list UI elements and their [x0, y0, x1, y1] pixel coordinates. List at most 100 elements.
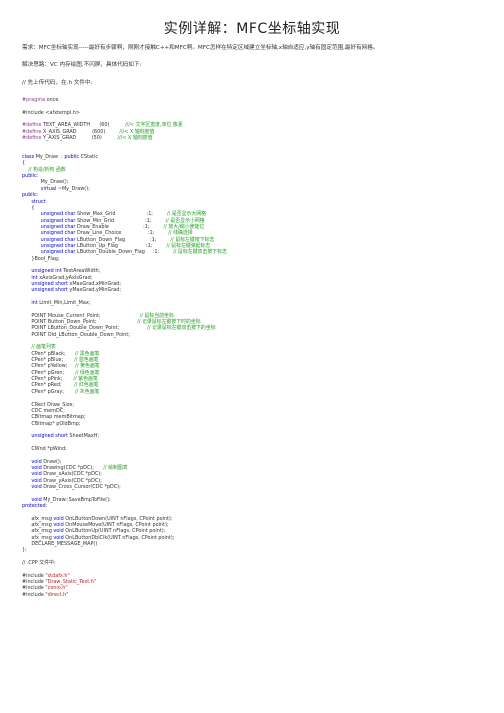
code-token: #include [22, 572, 46, 579]
code-token: CRect Draw_Size; [22, 401, 74, 408]
intro-solution: 解决思路：VC 内存绘图,不闪屏，具体代码如下: [22, 62, 142, 68]
code-block: #pragma once #include <afxtempl.h> #define… [22, 97, 492, 598]
code-token: // 是否显示小网格 [165, 217, 205, 224]
code-token: unsigned char [40, 217, 76, 224]
code-token: Draw_Enable :1; [75, 223, 164, 230]
page-title: 实例详解：MFC坐标轴实现 [163, 21, 341, 37]
code-token: Show_Max_Grid :1; [75, 211, 167, 218]
code-token: unsigned short [31, 280, 68, 287]
code-token: My_Draw : [34, 154, 65, 161]
code-token: struct [31, 198, 46, 205]
code-token: unsigned char [40, 236, 76, 243]
code-token: // .CPP 文件中: [22, 560, 56, 567]
code-token: // 是否显示大网格 [166, 211, 207, 218]
code-token: public [64, 154, 80, 161]
code-token: // 黑色画笔 [74, 350, 100, 357]
code-token: void [31, 477, 42, 484]
code-token: unsigned char [40, 211, 76, 218]
code-token: #include [22, 579, 46, 586]
code-token: void [31, 483, 42, 490]
code-token: unsigned short [31, 433, 68, 440]
code-token: }; [22, 547, 27, 554]
code-token: CStatic [79, 154, 99, 161]
code-token: "Draw_Static_Text.h" [45, 579, 97, 586]
code-token: { [22, 204, 35, 211]
code-token: CPen* pRed; [22, 382, 75, 389]
code-token: X_AXIS_GRAD (600) [41, 128, 120, 135]
code-token: virtual [40, 185, 57, 192]
code-token: : [36, 173, 39, 180]
code-token: // 黄色画笔 [75, 363, 100, 370]
code-token: unsigned short [31, 287, 68, 294]
code-token: #include <afxtempl.h> [22, 109, 80, 116]
code-token: unsigned char [40, 230, 76, 237]
code-token: CPen* pGray; [22, 388, 75, 395]
code-token: Draw_Line_Choice :1; [75, 230, 169, 237]
code-token: xMaxGrad,xMinGrad; [67, 280, 122, 287]
code-token: #define [22, 122, 42, 129]
code-token: CPen* pBlack; [22, 350, 75, 357]
code-token: POINT LButton_Double_Down_Point; [22, 325, 148, 332]
code-token: void [53, 534, 64, 541]
code-line: #include "direct.h" [22, 592, 492, 598]
code-token: #include [22, 591, 46, 598]
code-token: // 鼠标左键按下标志 [170, 236, 215, 243]
code-token: // 灰色画笔 [74, 388, 100, 395]
code-token: // 构造/析构 函数 [22, 166, 66, 173]
code-token: afx_msg [22, 522, 54, 529]
code-token: // 记录鼠标左键双击按下的坐标 [147, 325, 216, 332]
code-token: SheetMaxH; [67, 433, 100, 440]
document-page: 实例详解：MFC坐标轴实现 需求：MFC坐标轴实现-----最好有步骤啊，刚刚才… [0, 0, 504, 713]
code-token: // 绿色画笔 [75, 369, 100, 376]
code-token: // 放大/缩小使能位 [163, 223, 205, 230]
code-token: "stdafx.h" [45, 572, 70, 579]
code-token: CBitmap memBitmap; [22, 414, 86, 421]
code-token: LButton_Double_Down_Flag :1; [75, 249, 174, 256]
code-token: ///< X 轴刻度值 [117, 135, 153, 142]
code-token: void [53, 522, 64, 529]
code-token: unsigned char [40, 223, 76, 230]
code-token: : [45, 503, 48, 509]
intro-requirement: 需求：MFC坐标轴实现-----最好有步骤啊，刚刚才接触C++和MFC啊。MFC… [22, 45, 379, 51]
intro-h-file-note: // 先上传代码，在.h 文件中: [22, 80, 93, 86]
code-token: protected [22, 503, 46, 509]
code-token: OnLButtonDown(UINT nFlags, CPoint point)… [63, 515, 173, 522]
code-token: // 红色画笔 [74, 382, 99, 389]
code-token: #pragma [22, 97, 46, 103]
code-token: CDC memDC; [22, 407, 65, 414]
code-token: OnLButtonDblClk(UINT nFlags, CPoint poin… [63, 534, 175, 541]
code-token: ///< X 轴刻度值 [119, 128, 155, 135]
code-token: afx_msg [22, 528, 54, 535]
code-token: once [45, 97, 59, 103]
code-token: Y_AXIS_GRAD (50) [41, 135, 118, 142]
code-token: LButton_Up_Flag :1; [75, 242, 167, 249]
code-token: CPen* pGren; [22, 369, 76, 376]
code-token: afx_msg [22, 515, 54, 522]
code-token: { [22, 160, 26, 167]
code-token: yMaxGrad,yMinGrad; [67, 287, 122, 294]
code-token: Draw_xAxis(CDC *pDC); [41, 471, 102, 478]
code-token: OnLButtonUp(UINT nFlags, CPoint point); [63, 528, 166, 535]
code-token: // 绘制图表 [103, 464, 128, 471]
code-token: // 鼠标当前坐标 [139, 312, 174, 319]
code-token: DECLARE_MESSAGE_MAP() [22, 541, 98, 548]
code-token: My_Draw(); [22, 179, 69, 186]
code-token: void [31, 471, 42, 478]
code-token: TextAreaWidth; [61, 268, 101, 275]
code-token: TEXT_AREA_WIDTH (60) [41, 122, 125, 129]
code-token: void [31, 496, 42, 503]
code-token: class [22, 154, 35, 161]
